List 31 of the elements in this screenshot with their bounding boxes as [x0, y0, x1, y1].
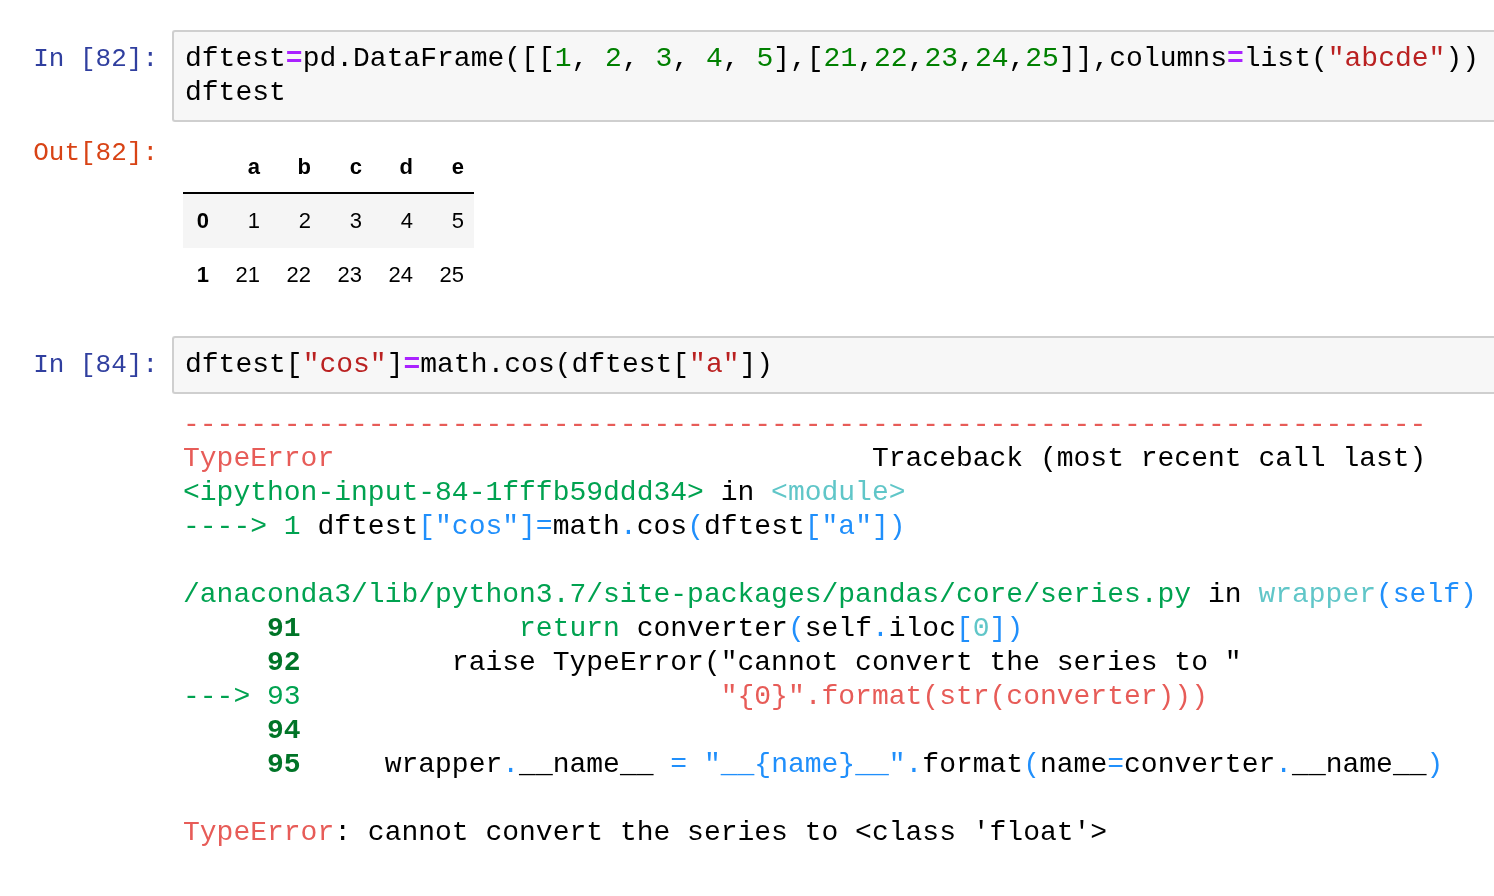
table-cell: 24: [372, 248, 423, 302]
output-prompt: Out[82]:: [32, 137, 159, 170]
input-prompt: In [82]:: [32, 43, 159, 76]
table-cell: 23: [321, 248, 372, 302]
table-cell: 4: [372, 193, 423, 248]
table-cell: 1: [219, 193, 270, 248]
code-line: dftest: [185, 76, 286, 110]
code-input[interactable]: dftest["cos"]=math.cos(dftest["a"]): [172, 336, 1494, 394]
code-line: ----> 1 dftest["cos"]=math.cos(dftest["a"]): [183, 510, 906, 544]
code-line: TypeError: cannot convert the series to <class 'float'>: [183, 816, 1108, 850]
table-cell: 25: [423, 248, 474, 302]
code-line: /anaconda3/lib/python3.7/site-packages/pandas/core/series.py in wrapper(self): [183, 578, 1477, 612]
code-line: dftest["cos"]=math.cos(dftest["a"]): [185, 348, 774, 382]
code-input[interactable]: dftest=pd.DataFrame([[1, 2, 3, 4, 5],[21,22,23,24,25]],columns=list("abcde")) dftest: [172, 30, 1494, 122]
table-cell: 2: [270, 193, 321, 248]
code-line: dftest=pd.DataFrame([[1, 2, 3, 4, 5],[21,22,23,24,25]],columns=list("abcde")): [185, 42, 1479, 76]
code-line: TypeError Traceback (most recent call last): [183, 442, 1427, 476]
code-line: ---> 93 "{0}".format(str(converter))): [183, 680, 1208, 714]
input-prompt: In [84]:: [32, 349, 159, 382]
table-cell: 5: [423, 193, 474, 248]
table-cell: 22: [270, 248, 321, 302]
code-line: --------------------------------------------------------------------------: [183, 408, 1427, 442]
table-cell: 21: [219, 248, 270, 302]
row-index: 0: [183, 193, 219, 248]
code-line: 91 return converter(self.iloc[0]): [266, 612, 1024, 646]
row-index: 1: [183, 248, 219, 302]
code-line: 94: [266, 714, 301, 748]
code-line: 92 raise TypeError("cannot convert the series to ": [266, 646, 1242, 680]
code-line: 95 wrapper.__name__ = "__{name}__".format(name=converter.__name__): [266, 748, 1444, 782]
code-line: <ipython-input-84-1fffb59ddd34> in <module>: [183, 476, 906, 510]
table-cell: 3: [321, 193, 372, 248]
